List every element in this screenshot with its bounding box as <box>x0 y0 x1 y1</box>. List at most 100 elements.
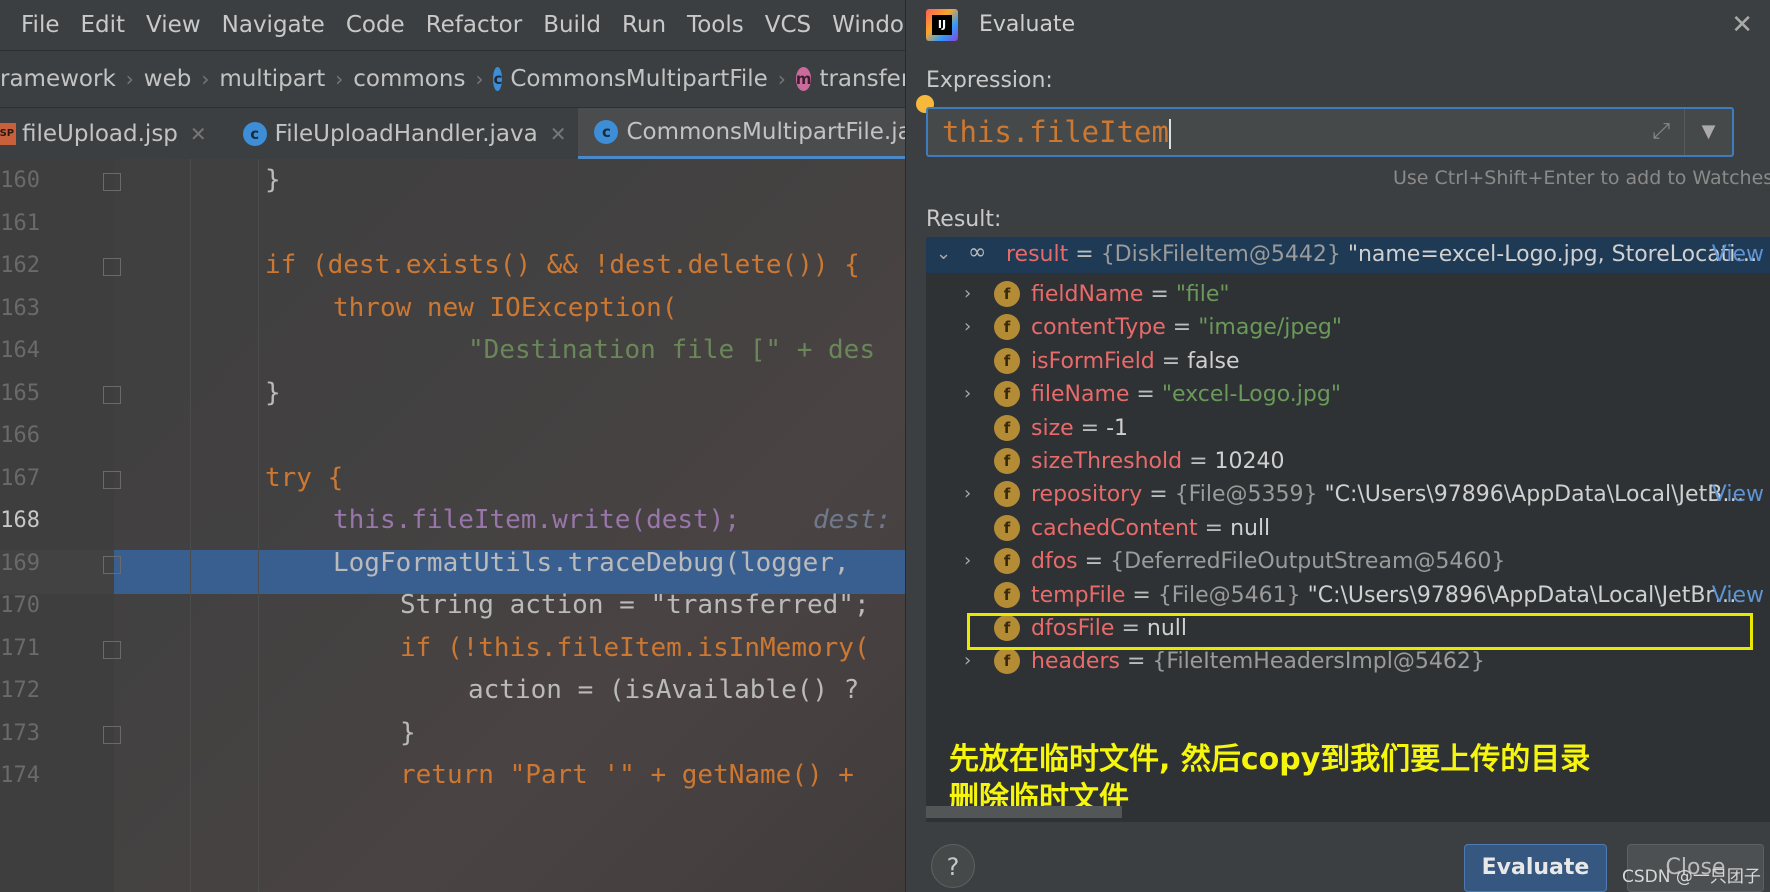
chevron-right-icon[interactable]: › <box>964 383 971 404</box>
var-name: cachedContent <box>1031 515 1198 541</box>
jsp-file-icon: JSP <box>0 122 16 145</box>
menu-file[interactable]: File <box>21 12 60 38</box>
menu-build[interactable]: Build <box>543 12 601 38</box>
breadcrumb-item[interactable]: commons <box>353 66 465 92</box>
tab-label: fileUpload.jsp <box>22 120 178 147</box>
tree-row-size[interactable]: f size = -1 <box>926 411 1770 449</box>
menu-vcs[interactable]: VCS <box>765 12 811 38</box>
tab-commonsmultipartfile-java[interactable]: c CommonsMultipartFile.java ✕ <box>578 107 905 160</box>
tab-fileuploadhandler-java[interactable]: c FileUploadHandler.java ✕ <box>219 108 579 160</box>
editor-tabs: JSP fileUpload.jsp ✕ c FileUploadHandler… <box>0 107 905 160</box>
line-number: 169 <box>0 551 40 576</box>
tree-row-text: sizeThreshold = 10240 <box>1031 449 1285 474</box>
code-line: if (!this.fileItem.isInMemory( <box>400 633 870 663</box>
tab-fileupload-jsp[interactable]: JSP fileUpload.jsp ✕ <box>0 108 219 160</box>
chevron-right-icon[interactable]: › <box>964 650 971 671</box>
menu-view[interactable]: View <box>146 12 201 38</box>
tree-row-result[interactable]: ⌄ ∞ result = {DiskFileItem@5442} "name=e… <box>926 237 1770 273</box>
breadcrumb-item[interactable]: web <box>144 66 192 92</box>
tree-row-headers[interactable]: › f headers = {FileItemHeadersImpl@5462} <box>926 644 1770 682</box>
fold-icon[interactable] <box>103 556 121 574</box>
var-type: {DeferredFileOutputStream@5460} <box>1110 549 1506 575</box>
menu-code[interactable]: Code <box>346 12 405 38</box>
tree-row-contenttype[interactable]: › f contentType = "image/jpeg" <box>926 310 1770 348</box>
field-icon: f <box>994 314 1020 341</box>
chevron-down-icon[interactable]: ⌄ <box>936 243 951 264</box>
tree-row-isformfield[interactable]: f isFormField = false <box>926 344 1770 382</box>
menu-run[interactable]: Run <box>622 12 666 38</box>
history-dropdown-button[interactable]: ▼ <box>1684 109 1732 155</box>
highlight-box <box>967 613 1753 650</box>
chevron-right-icon[interactable]: › <box>964 550 971 571</box>
line-number: 166 <box>0 423 40 448</box>
var-name: dfos <box>1031 549 1078 575</box>
expand-icon[interactable]: ⤢ <box>1652 119 1670 144</box>
close-icon[interactable]: ✕ <box>190 122 207 146</box>
line-number-current: 168 <box>0 508 40 533</box>
field-icon: f <box>994 548 1020 575</box>
ide-window: File Edit View Navigate Code Refactor Bu… <box>0 0 905 892</box>
view-link[interactable]: View <box>1712 242 1764 267</box>
tree-row-text: repository = {File@5359} "C:\Users\97896… <box>1031 482 1744 507</box>
indent-guide <box>190 159 191 892</box>
view-link[interactable]: View <box>1712 583 1764 608</box>
close-icon[interactable]: ✕ <box>550 122 567 146</box>
breadcrumb-item[interactable]: CommonsMultipartFile <box>510 66 767 92</box>
expression-label: Expression: <box>926 68 1053 93</box>
equals-sign: = <box>1080 415 1100 441</box>
var-value: "name=excel-Logo.jpg, StoreLocati… <box>1347 242 1758 267</box>
indent-guide <box>258 159 259 892</box>
tree-row-filename[interactable]: › f fileName = "excel-Logo.jpg" <box>926 377 1770 415</box>
menu-edit[interactable]: Edit <box>81 12 126 38</box>
breadcrumb-item[interactable]: ramework <box>0 66 116 92</box>
tree-row-text: result = {DiskFileItem@5442} "name=excel… <box>1006 242 1757 267</box>
fold-icon[interactable] <box>103 173 121 191</box>
menu-navigate[interactable]: Navigate <box>222 12 325 38</box>
dialog-titlebar[interactable]: Evaluate ✕ <box>906 0 1770 52</box>
help-button[interactable]: ? <box>931 844 975 888</box>
field-icon: f <box>994 648 1020 675</box>
line-number: 162 <box>0 253 40 278</box>
chevron-right-icon[interactable]: › <box>964 283 971 304</box>
var-value: "C:\Users\97896\AppData\Local\JetB… <box>1324 482 1745 508</box>
breadcrumb-item[interactable]: transferTo <box>819 66 905 92</box>
fold-icon[interactable] <box>103 471 121 489</box>
var-value: -1 <box>1106 415 1129 441</box>
var-value: null <box>1230 515 1271 541</box>
evaluate-button[interactable]: Evaluate <box>1464 844 1607 892</box>
tree-row-text: tempFile = {File@5461} "C:\Users\97896\A… <box>1031 583 1736 608</box>
menu-window[interactable]: Window <box>832 12 905 38</box>
fold-icon[interactable] <box>103 386 121 404</box>
code-line: action = (isAvailable() ? <box>468 675 860 705</box>
tree-row-sizethreshold[interactable]: f sizeThreshold = 10240 <box>926 444 1770 482</box>
tree-row-repository[interactable]: › f repository = {File@5359} "C:\Users\978… <box>926 477 1770 515</box>
horizontal-scrollbar[interactable] <box>926 806 1122 818</box>
watermark: CSDN @一只团子 <box>1622 867 1761 887</box>
var-name: tempFile <box>1031 582 1126 608</box>
tree-row-tempfile[interactable]: f tempFile = {File@5461} "C:\Users\97896\… <box>926 578 1770 616</box>
view-link[interactable]: View <box>1712 482 1764 507</box>
tree-row-cachedcontent[interactable]: f cachedContent = null <box>926 511 1770 549</box>
code-line: LogFormatUtils.traceDebug(logger, <box>333 548 850 578</box>
tree-row-dfos[interactable]: › f dfos = {DeferredFileOutputStream@5460} <box>926 544 1770 582</box>
menu-refactor[interactable]: Refactor <box>426 12 522 38</box>
breadcrumb-item[interactable]: multipart <box>219 66 325 92</box>
tree-row-fieldname[interactable]: › f fieldName = "file" <box>926 277 1770 315</box>
line-number: 164 <box>0 338 40 363</box>
close-icon[interactable]: ✕ <box>1731 10 1753 40</box>
equals-sign: = <box>1204 515 1224 541</box>
expression-input[interactable]: this.fileItem ⤢ ▼ <box>926 107 1734 157</box>
menu-tools[interactable]: Tools <box>687 12 744 38</box>
code-editor[interactable]: 160 161 162 163 164 165 166 167 168 169 … <box>0 159 905 892</box>
code-line: } <box>265 165 281 195</box>
chevron-right-icon[interactable]: › <box>964 316 971 337</box>
equals-sign: = <box>1172 315 1192 341</box>
fold-icon[interactable] <box>103 258 121 276</box>
result-tree[interactable]: ⌄ ∞ result = {DiskFileItem@5442} "name=e… <box>926 237 1770 822</box>
var-name: headers <box>1031 649 1120 675</box>
chevron-right-icon[interactable]: › <box>964 483 971 504</box>
line-number: 167 <box>0 466 40 491</box>
fold-icon[interactable] <box>103 726 121 744</box>
line-number: 172 <box>0 678 40 703</box>
fold-icon[interactable] <box>103 641 121 659</box>
